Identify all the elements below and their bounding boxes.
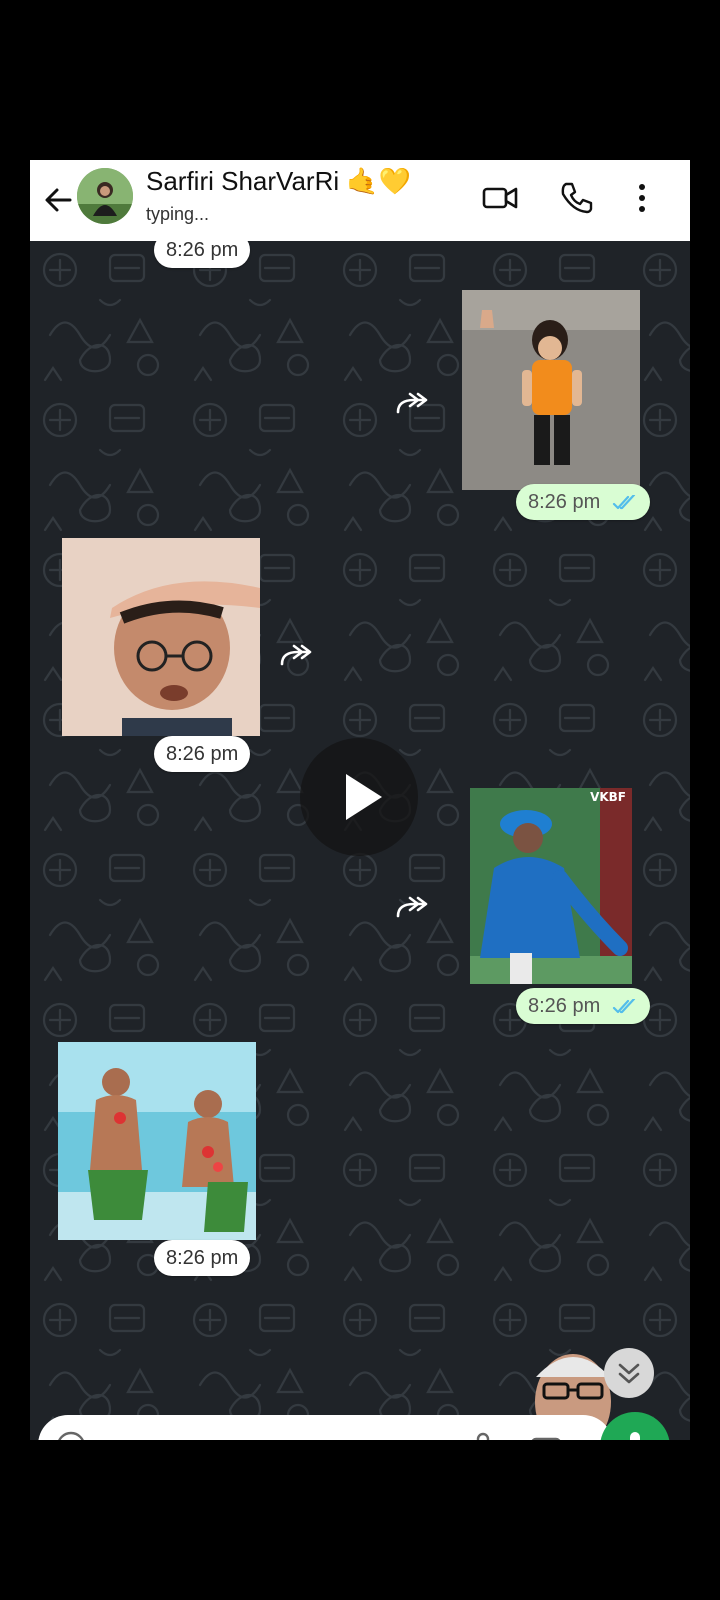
chat-screen: Sarfiri SharVarRi 🤙💛 typing... 8:26 pm 8… xyxy=(30,160,690,1440)
sticker-watermark: VKBF xyxy=(590,790,626,804)
incoming-timestamp: 8:26 pm xyxy=(154,736,251,772)
outgoing-timestamp: 8:26 pm xyxy=(516,484,650,520)
read-ticks-icon xyxy=(612,494,635,509)
forward-icon[interactable] xyxy=(392,388,432,418)
forward-icon[interactable] xyxy=(392,892,432,922)
man-saluting-sticker[interactable] xyxy=(62,538,260,736)
back-arrow-icon[interactable] xyxy=(40,180,80,220)
mic-button[interactable] xyxy=(600,1412,670,1440)
contact-avatar[interactable] xyxy=(77,168,133,224)
forward-icon[interactable] xyxy=(276,640,316,670)
cricketer-sticker[interactable]: VKBF xyxy=(470,788,632,984)
incoming-timestamp: 8:26 pm xyxy=(154,1240,251,1276)
outgoing-timestamp: 8:26 pm xyxy=(516,988,650,1024)
scroll-to-bottom-button[interactable] xyxy=(604,1348,654,1398)
chat-header: Sarfiri SharVarRi 🤙💛 typing... xyxy=(30,160,690,241)
video-call-icon[interactable] xyxy=(480,178,520,218)
toddler-walking-sticker[interactable] xyxy=(462,290,640,490)
beach-dancers-sticker[interactable] xyxy=(58,1042,256,1240)
emoji-icon[interactable] xyxy=(54,1429,88,1440)
video-play-button[interactable] xyxy=(300,738,418,856)
contact-status: typing... xyxy=(146,204,210,224)
read-ticks-icon xyxy=(612,998,635,1013)
play-icon xyxy=(346,774,382,820)
mic-icon xyxy=(630,1432,640,1440)
double-chevron-down-icon xyxy=(618,1363,640,1384)
contact-name[interactable]: Sarfiri SharVarRi 🤙💛 xyxy=(146,166,411,197)
voice-call-icon[interactable] xyxy=(556,178,596,218)
attach-icon[interactable] xyxy=(468,1429,498,1440)
camera-icon[interactable] xyxy=(528,1429,564,1440)
more-options-icon[interactable] xyxy=(622,178,662,218)
message-input-bar[interactable] xyxy=(38,1415,613,1440)
